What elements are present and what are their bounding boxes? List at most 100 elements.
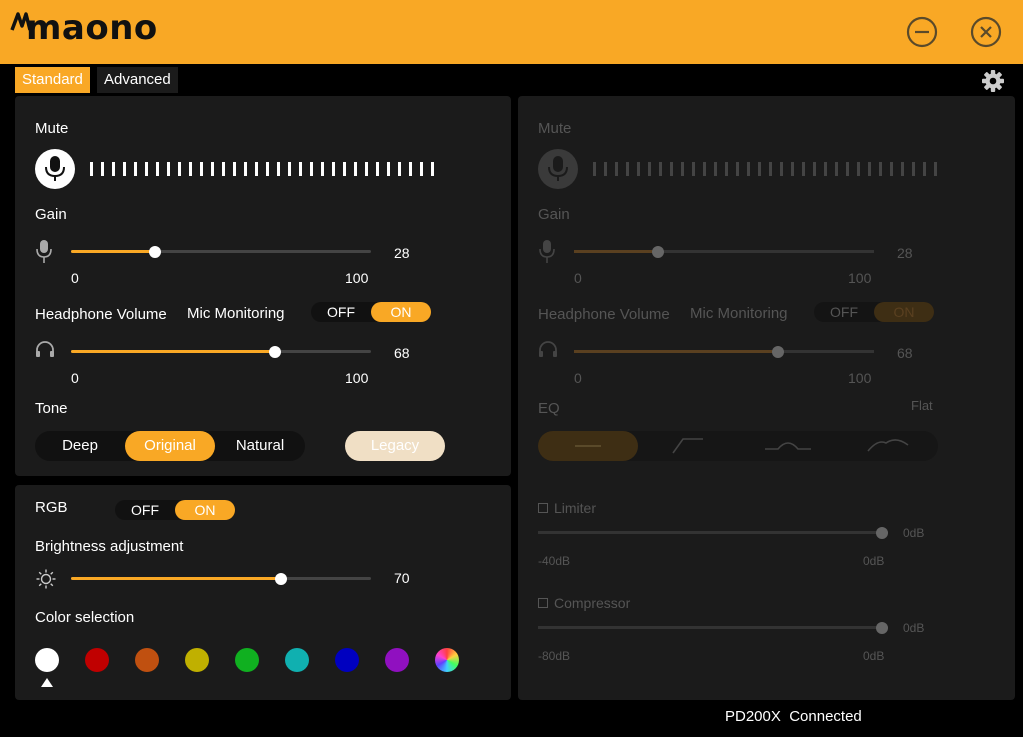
meter-tick <box>134 162 137 176</box>
meter-tick <box>758 162 761 176</box>
microphone-small-icon <box>36 240 52 263</box>
color-swatch[interactable] <box>185 648 209 672</box>
tone-selector[interactable]: Deep Original Natural <box>35 431 305 461</box>
gain-max-disabled: 100 <box>848 270 872 286</box>
headphone-icon <box>539 341 557 357</box>
meter-tick <box>200 162 203 176</box>
meter-tick <box>431 162 434 176</box>
gain-min: 0 <box>71 270 79 286</box>
mute-button-disabled <box>538 149 578 189</box>
gain-label: Gain <box>35 206 67 223</box>
tone-label: Tone <box>35 400 68 417</box>
mic-monitoring-on-disabled: ON <box>874 302 934 322</box>
compressor-label: Compressor <box>554 595 631 611</box>
brightness-label: Brightness adjustment <box>35 538 184 555</box>
color-swatch[interactable] <box>35 648 59 672</box>
meter-tick <box>879 162 882 176</box>
minimize-button[interactable] <box>906 16 938 48</box>
headphone-volume-value-disabled: 68 <box>897 345 913 361</box>
headphone-volume-min-disabled: 0 <box>574 370 582 386</box>
headphone-volume-slider[interactable] <box>71 346 371 358</box>
device-status: PD200X Connected <box>725 708 862 725</box>
headphone-volume-min: 0 <box>71 370 79 386</box>
mic-monitoring-toggle[interactable]: OFF ON <box>311 302 431 322</box>
meter-tick <box>233 162 236 176</box>
meter-tick <box>123 162 126 176</box>
tone-natural[interactable]: Natural <box>215 431 305 461</box>
gain-slider[interactable] <box>71 246 371 258</box>
sun-icon <box>36 569 56 589</box>
color-swatch-rainbow[interactable] <box>435 648 459 672</box>
meter-tick <box>321 162 324 176</box>
meter-tick <box>703 162 706 176</box>
headphone-icon <box>36 341 54 357</box>
meter-tick <box>835 162 838 176</box>
meter-tick <box>299 162 302 176</box>
meter-tick <box>681 162 684 176</box>
gain-min-disabled: 0 <box>574 270 582 286</box>
meter-tick <box>648 162 651 176</box>
meter-tick <box>923 162 926 176</box>
limiter-label: Limiter <box>554 500 597 516</box>
brightness-slider[interactable] <box>71 573 371 585</box>
meter-tick <box>288 162 291 176</box>
meter-tick <box>780 162 783 176</box>
limiter-min: -40dB <box>538 554 571 568</box>
rgb-toggle[interactable]: OFF ON <box>115 500 235 520</box>
tab-advanced[interactable]: Advanced <box>97 67 178 93</box>
meter-tick <box>626 162 629 176</box>
color-swatch[interactable] <box>285 648 309 672</box>
tab-standard[interactable]: Standard <box>15 67 90 93</box>
color-swatch[interactable] <box>235 648 259 672</box>
gain-value-disabled: 28 <box>897 245 913 261</box>
meter-tick <box>791 162 794 176</box>
mic-monitoring-off[interactable]: OFF <box>311 302 371 322</box>
legacy-button[interactable]: Legacy <box>345 431 445 461</box>
headphone-volume-knob[interactable] <box>269 346 281 358</box>
color-swatch[interactable] <box>385 648 409 672</box>
meter-tick <box>604 162 607 176</box>
headphone-volume-label-disabled: Headphone Volume <box>538 306 670 323</box>
meter-tick <box>593 162 596 176</box>
meter-tick <box>868 162 871 176</box>
tone-original[interactable]: Original <box>125 431 215 461</box>
color-swatch[interactable] <box>335 648 359 672</box>
mute-label-disabled: Mute <box>538 120 572 137</box>
meter-tick <box>615 162 618 176</box>
title-bar: maono <box>0 0 1023 64</box>
close-button[interactable] <box>970 16 1002 48</box>
eq-vocal-icon <box>867 439 909 452</box>
color-swatch[interactable] <box>85 648 109 672</box>
meter-tick <box>376 162 379 176</box>
brightness-knob[interactable] <box>275 573 287 585</box>
mic-monitoring-off-disabled: OFF <box>830 304 858 320</box>
headphone-volume-max: 100 <box>345 370 369 386</box>
meter-tick <box>167 162 170 176</box>
eq-preset-selector <box>538 431 938 461</box>
color-swatch[interactable] <box>135 648 159 672</box>
meter-tick <box>802 162 805 176</box>
rgb-off[interactable]: OFF <box>115 500 175 520</box>
mic-monitoring-on[interactable]: ON <box>371 302 431 322</box>
meter-tick <box>725 162 728 176</box>
meter-tick <box>769 162 772 176</box>
meter-tick <box>659 162 662 176</box>
compressor-min: -80dB <box>538 649 571 663</box>
meter-tick <box>222 162 225 176</box>
compressor-checkbox <box>538 598 548 608</box>
headphone-volume-slider-disabled <box>574 346 874 358</box>
meter-tick <box>189 162 192 176</box>
gear-icon[interactable] <box>980 68 1006 94</box>
meter-tick <box>846 162 849 176</box>
rgb-on[interactable]: ON <box>175 500 235 520</box>
meter-tick <box>178 162 181 176</box>
mic-monitoring-toggle-disabled: OFF ON <box>814 302 934 322</box>
limiter-checkbox <box>538 503 548 513</box>
gain-value: 28 <box>394 245 410 261</box>
meter-tick <box>420 162 423 176</box>
gain-slider-knob[interactable] <box>149 246 161 258</box>
tone-deep[interactable]: Deep <box>35 431 125 461</box>
mute-button[interactable] <box>35 149 75 189</box>
mic-level-meter-disabled <box>593 162 945 176</box>
meter-tick <box>398 162 401 176</box>
